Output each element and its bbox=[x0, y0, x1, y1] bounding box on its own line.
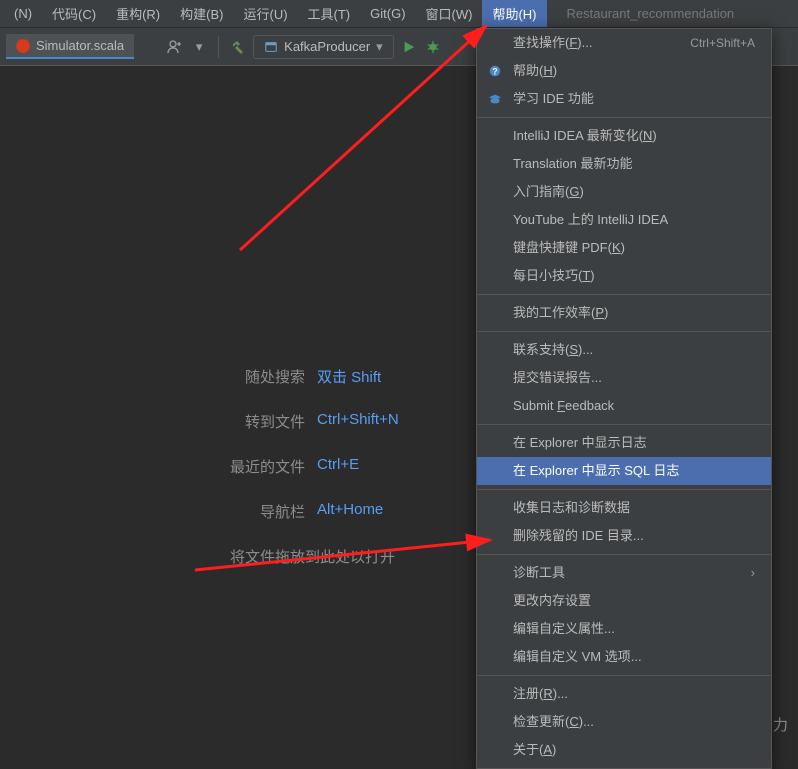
menu-item-label: 在 Explorer 中显示 SQL 日志 bbox=[513, 462, 679, 480]
build-icon[interactable] bbox=[229, 38, 247, 56]
svg-text:?: ? bbox=[492, 67, 497, 77]
run-config-selector[interactable]: KafkaProducer ▾ bbox=[253, 35, 394, 59]
menu-item[interactable]: ? 帮助(H) bbox=[477, 57, 771, 85]
debug-button[interactable] bbox=[424, 38, 442, 56]
menu-item-label: IntelliJ IDEA 最新变化(N) bbox=[513, 127, 657, 145]
menu-item[interactable]: Translation 最新功能 bbox=[477, 150, 771, 178]
menu-window[interactable]: 窗口(W) bbox=[416, 0, 483, 27]
empty-editor-hints: 随处搜索 双击 Shift 转到文件 Ctrl+Shift+N 最近的文件 Ct… bbox=[230, 366, 399, 567]
window-title: Restaurant_recommendation bbox=[547, 2, 755, 25]
chevron-down-icon[interactable]: ▾ bbox=[190, 38, 208, 56]
menu-item[interactable]: 检查更新(C)... bbox=[477, 708, 771, 736]
menu-item-label: Submit Feedback bbox=[513, 397, 614, 415]
menu-item[interactable]: 收集日志和诊断数据 bbox=[477, 494, 771, 522]
menu-item[interactable]: 联系支持(S)... bbox=[477, 336, 771, 364]
hint-row: 导航栏 Alt+Home bbox=[230, 501, 399, 522]
menu-item-label: 每日小技巧(T) bbox=[513, 267, 595, 285]
menu-item-label: 更改内存设置 bbox=[513, 592, 591, 610]
menu-build[interactable]: 构建(B) bbox=[170, 0, 233, 27]
hint-label: 最近的文件 bbox=[230, 456, 305, 477]
separator bbox=[218, 36, 219, 58]
hint-shortcut: Alt+Home bbox=[317, 501, 383, 522]
chevron-down-icon: ▾ bbox=[376, 39, 383, 55]
help-menu-dropdown: 查找操作(F)... Ctrl+Shift+A? 帮助(H) 学习 IDE 功能 Int… bbox=[476, 28, 772, 769]
menu-n[interactable]: (N) bbox=[4, 2, 42, 25]
menu-separator bbox=[477, 554, 771, 555]
menu-item-label: 关于(A) bbox=[513, 741, 556, 759]
menu-item[interactable]: 提交错误报告... bbox=[477, 364, 771, 392]
menu-item[interactable]: 编辑自定义 VM 选项... bbox=[477, 643, 771, 671]
menu-refactor[interactable]: 重构(R) bbox=[106, 0, 170, 27]
menu-item[interactable]: IntelliJ IDEA 最新变化(N) bbox=[477, 122, 771, 150]
menu-item-label: Translation 最新功能 bbox=[513, 155, 632, 173]
scala-file-icon bbox=[16, 39, 30, 53]
hint-label: 转到文件 bbox=[230, 411, 305, 432]
menu-item[interactable]: 编辑自定义属性... bbox=[477, 615, 771, 643]
menu-separator bbox=[477, 294, 771, 295]
menu-code[interactable]: 代码(C) bbox=[42, 0, 106, 27]
hint-row: 转到文件 Ctrl+Shift+N bbox=[230, 411, 399, 432]
menu-item-label: 编辑自定义属性... bbox=[513, 620, 615, 638]
menu-separator bbox=[477, 675, 771, 676]
menu-item[interactable]: 查找操作(F)... Ctrl+Shift+A bbox=[477, 29, 771, 57]
hint-label: 随处搜索 bbox=[230, 366, 305, 387]
menu-git[interactable]: Git(G) bbox=[360, 2, 415, 25]
menu-separator bbox=[477, 117, 771, 118]
menu-item-label: 联系支持(S)... bbox=[513, 341, 593, 359]
menu-item-label: 我的工作效率(P) bbox=[513, 304, 608, 322]
hint-row: 最近的文件 Ctrl+E bbox=[230, 456, 399, 477]
menu-item[interactable]: YouTube 上的 IntelliJ IDEA bbox=[477, 206, 771, 234]
menu-item[interactable]: 在 Explorer 中显示日志 bbox=[477, 429, 771, 457]
menu-item-label: 编辑自定义 VM 选项... bbox=[513, 648, 642, 666]
tab-label: Simulator.scala bbox=[36, 38, 124, 53]
menu-item[interactable]: Submit Feedback bbox=[477, 392, 771, 420]
menu-item[interactable]: 每日小技巧(T) bbox=[477, 262, 771, 290]
menu-item-label: 诊断工具 bbox=[513, 564, 565, 582]
menu-item[interactable]: 注册(R)... bbox=[477, 680, 771, 708]
editor-tab[interactable]: Simulator.scala bbox=[6, 34, 134, 59]
help-icon: ? bbox=[487, 63, 503, 79]
hint-shortcut: 双击 Shift bbox=[317, 366, 381, 387]
menu-item-label: 提交错误报告... bbox=[513, 369, 602, 387]
menu-item-label: 检查更新(C)... bbox=[513, 713, 594, 731]
menu-item[interactable]: 入门指南(G) bbox=[477, 178, 771, 206]
menu-item-label: 帮助(H) bbox=[513, 62, 557, 80]
menu-item[interactable]: 关于(A) bbox=[477, 736, 771, 764]
hint-label: 导航栏 bbox=[230, 501, 305, 522]
menu-item-label: YouTube 上的 IntelliJ IDEA bbox=[513, 211, 668, 229]
menu-item[interactable]: 在 Explorer 中显示 SQL 日志 bbox=[477, 457, 771, 485]
add-user-icon[interactable] bbox=[166, 38, 184, 56]
menu-item-label: 学习 IDE 功能 bbox=[513, 90, 594, 108]
hint-shortcut: Ctrl+E bbox=[317, 456, 359, 477]
run-config-icon bbox=[264, 40, 278, 54]
menu-help[interactable]: 帮助(H) bbox=[482, 0, 546, 27]
hint-row: 随处搜索 双击 Shift bbox=[230, 366, 399, 387]
menu-shortcut: Ctrl+Shift+A bbox=[690, 34, 755, 52]
cap-icon bbox=[487, 91, 503, 107]
hint-shortcut: Ctrl+Shift+N bbox=[317, 411, 399, 432]
menu-item-label: 收集日志和诊断数据 bbox=[513, 499, 630, 517]
menu-item-label: 查找操作(F)... bbox=[513, 34, 592, 52]
menu-item-label: 注册(R)... bbox=[513, 685, 568, 703]
menu-separator bbox=[477, 489, 771, 490]
chevron-right-icon: › bbox=[751, 564, 755, 582]
menu-tools[interactable]: 工具(T) bbox=[298, 0, 361, 27]
menu-item[interactable]: 学习 IDE 功能 bbox=[477, 85, 771, 113]
menu-item-label: 在 Explorer 中显示日志 bbox=[513, 434, 647, 452]
menu-item[interactable]: 更改内存设置 bbox=[477, 587, 771, 615]
menu-item-label: 删除残留的 IDE 目录... bbox=[513, 527, 644, 545]
menubar: (N) 代码(C) 重构(R) 构建(B) 运行(U) 工具(T) Git(G)… bbox=[0, 0, 798, 28]
menu-item[interactable]: 诊断工具 › bbox=[477, 559, 771, 587]
run-config-label: KafkaProducer bbox=[284, 39, 370, 54]
menu-run[interactable]: 运行(U) bbox=[233, 0, 297, 27]
hint-drop-text: 将文件拖放到此处以打开 bbox=[230, 546, 399, 567]
menu-item[interactable]: 删除残留的 IDE 目录... bbox=[477, 522, 771, 550]
menu-separator bbox=[477, 331, 771, 332]
menu-item-label: 键盘快捷键 PDF(K) bbox=[513, 239, 625, 257]
run-button[interactable] bbox=[400, 38, 418, 56]
menu-item[interactable]: 键盘快捷键 PDF(K) bbox=[477, 234, 771, 262]
menu-item[interactable]: 我的工作效率(P) bbox=[477, 299, 771, 327]
menu-separator bbox=[477, 424, 771, 425]
menu-item-label: 入门指南(G) bbox=[513, 183, 584, 201]
